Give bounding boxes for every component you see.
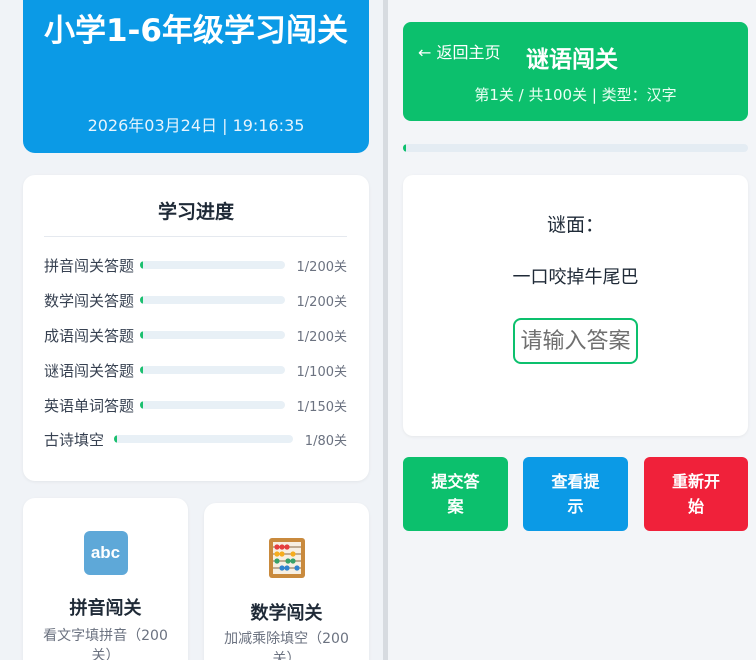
progress-bar-fill — [140, 366, 144, 374]
progress-count: 1/200关 — [296, 294, 347, 310]
app-title: 小学1-6年级学习闯关 — [43, 13, 348, 49]
progress-label: 古诗填空 — [44, 430, 105, 449]
question-card: 谜面： 一口咬掉牛尾巴 — [403, 175, 748, 436]
game-name: 拼音闯关 — [69, 598, 142, 619]
progress-label: 成语闯关答题 — [44, 326, 135, 345]
progress-bar-fill — [114, 435, 118, 443]
progress-bar — [114, 435, 293, 443]
progress-count: 1/100关 — [296, 364, 347, 380]
progress-bar — [140, 366, 285, 374]
home-header: 小学1-6年级学习闯关 2026年03月24日 | 19:16:35 — [23, 0, 369, 153]
restart-button[interactable]: 重新开始 — [644, 457, 748, 531]
progress-row-idiom: 成语闯关答题 1/200关 — [44, 323, 347, 347]
left-pane: 小学1-6年级学习闯关 2026年03月24日 | 19:16:35 学习进度 … — [0, 0, 383, 660]
progress-bar — [140, 331, 285, 339]
progress-row-english: 英语单词答题 1/150关 — [44, 393, 347, 417]
abacus-icon — [268, 538, 305, 578]
progress-label: 数学闯关答题 — [44, 291, 135, 310]
progress-row-riddle: 谜语闯关答题 1/100关 — [44, 358, 347, 382]
progress-row-pinyin: 拼音闯关答题 1/200关 — [44, 253, 347, 277]
game-name: 数学闯关 — [250, 603, 323, 624]
progress-bar-fill — [140, 401, 144, 409]
progress-row-math: 数学闯关答题 1/200关 — [44, 288, 347, 312]
progress-divider — [44, 236, 347, 237]
back-home-link[interactable]: ← 返回主页 — [418, 39, 501, 63]
progress-bar-fill — [140, 296, 144, 304]
progress-count: 1/150关 — [296, 399, 347, 415]
abc-icon: abc — [83, 531, 128, 575]
progress-label: 英语单词答题 — [44, 396, 135, 415]
progress-label: 谜语闯关答题 — [44, 361, 135, 380]
progress-bar — [140, 401, 285, 409]
progress-bar — [140, 261, 285, 269]
progress-count: 1/200关 — [296, 259, 347, 275]
question-text: 一口咬掉牛尾巴 — [512, 267, 639, 288]
progress-bar-fill — [140, 261, 144, 269]
riddle-pane: ← 返回主页 谜语闯关 第1关 / 共100关 | 类型：汉字 谜面： 一口咬掉… — [388, 0, 756, 660]
progress-count: 1/80关 — [304, 433, 347, 449]
game-description: 看文字填拼音（200关） — [43, 628, 168, 660]
progress-count: 1/200关 — [296, 329, 347, 345]
riddle-header: ← 返回主页 谜语闯关 第1关 / 共100关 | 类型：汉字 — [403, 22, 748, 121]
progress-bar-fill — [140, 331, 144, 339]
progress-bar — [140, 296, 285, 304]
answer-input[interactable] — [513, 318, 638, 364]
progress-label: 拼音闯关答题 — [44, 256, 135, 275]
show-hint-button[interactable]: 查看提示 — [523, 457, 628, 531]
current-datetime: 2026年03月24日 | 19:16:35 — [87, 116, 305, 135]
question-label: 谜面： — [546, 214, 604, 236]
riddle-title: 谜语闯关 — [526, 47, 618, 73]
level-progress-bar — [403, 144, 748, 152]
level-progress-fill — [403, 144, 407, 152]
level-meta: 第1关 / 共100关 | 类型：汉字 — [474, 86, 677, 104]
game-card-math[interactable]: 数学闯关 加减乘除填空（200关） — [204, 503, 369, 660]
game-card-pinyin[interactable]: abc 拼音闯关 看文字填拼音（200关） — [23, 498, 188, 660]
game-description: 加减乘除填空（200关） — [224, 631, 349, 660]
progress-row-poetry: 古诗填空 1/80关 — [44, 427, 347, 451]
submit-answer-button[interactable]: 提交答案 — [403, 457, 508, 531]
progress-title: 学习进度 — [157, 201, 234, 223]
